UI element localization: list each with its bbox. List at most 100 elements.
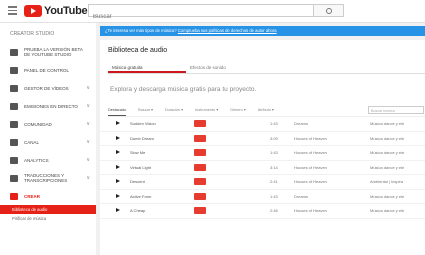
info-banner: ¿Te interesa ver más tipos de música? Co…	[100, 26, 425, 36]
play-icon[interactable]	[116, 150, 120, 154]
youtube-play-logo-icon	[24, 4, 42, 17]
banner-link[interactable]: Comprueba sus políticas de derechos de a…	[178, 28, 277, 33]
sidebar-item-community[interactable]: COMUNIDAD ∨	[0, 115, 96, 133]
filter-search[interactable]: Buscar ▾	[138, 105, 153, 116]
sidebar-item-label: EMISIONES EN DIRECTO	[24, 103, 78, 109]
sidebar-item-label: GESTOR DE VÍDEOS	[24, 85, 69, 91]
download-icon[interactable]	[194, 163, 206, 171]
track-title: Active Form	[130, 193, 152, 199]
sidebar-title: CREATOR STUDIO	[10, 31, 55, 37]
track-artist: Houses of Heaven	[294, 164, 327, 170]
track-artist: Dreams	[294, 193, 309, 199]
tab-free-music[interactable]: Música gratuita	[108, 62, 186, 73]
track-title: Slow Me	[130, 150, 146, 155]
sidebar-item-label: COMUNIDAD	[24, 121, 52, 127]
sidebar-item-live[interactable]: EMISIONES EN DIRECTO ∨	[0, 97, 96, 115]
sidebar-item-label: CANAL	[24, 139, 40, 145]
track-row[interactable]: Active Form 1:43 Dreams Música dance y ele	[100, 190, 425, 204]
track-artist: Houses of Heaven	[294, 208, 327, 213]
play-icon[interactable]	[116, 121, 120, 125]
sidebar-item-analytics[interactable]: ANALYTICS ∨	[0, 151, 96, 169]
sidebar: CREATOR STUDIO PRUEBA LA VERSIÓN BETA DE…	[0, 23, 96, 255]
chevron-down-icon: ∨	[86, 157, 90, 163]
sidebar-item-label: PANEL DE CONTROL	[24, 67, 70, 73]
track-duration: 1:43	[270, 121, 278, 126]
track-duration: 3:14	[270, 164, 278, 170]
play-icon[interactable]	[116, 193, 120, 198]
sidebar-item-beta[interactable]: PRUEBA LA VERSIÓN BETA DE YOUTUBE STUDIO	[0, 43, 96, 61]
filter-bar: Destacado Buscar ▾ Duración ▾ Instrument…	[108, 105, 425, 117]
music-search-input[interactable]: Buscar música	[368, 106, 424, 114]
chevron-down-icon: ∨	[86, 175, 90, 181]
track-artist: Houses of Heaven	[294, 135, 327, 141]
track-title: Sudden Vision	[130, 121, 156, 126]
dashboard-icon	[10, 66, 18, 74]
sidebar-item-label: CREAR	[24, 193, 41, 199]
play-icon[interactable]	[116, 135, 120, 140]
download-icon[interactable]	[194, 207, 206, 214]
sidebar-item-video-manager[interactable]: GESTOR DE VÍDEOS ∨	[0, 79, 96, 97]
sidebar-item-translations[interactable]: TRADUCCIONES Y TRANSCRIPCIONES ∨	[0, 169, 96, 187]
search-box[interactable]	[88, 4, 314, 23]
track-duration: 2:46	[270, 208, 278, 213]
track-row[interactable]: Virtual Light 3:14 Houses of Heaven Música …	[100, 161, 425, 175]
sidebar-item-channel[interactable]: CANAL ∨	[0, 133, 96, 151]
filter-attribute[interactable]: Atributo ▾	[258, 105, 274, 116]
track-genre: Música dance y ele	[370, 193, 405, 199]
track-row[interactable]: Dumb Dream 3:09 Houses of Heaven Música dan…	[100, 132, 425, 146]
sidebar-item-label: PRUEBA LA VERSIÓN BETA DE YOUTUBE STUDIO	[24, 47, 83, 57]
track-row[interactable]: Descent 2:41 Houses of Heaven Ambiental | I…	[100, 175, 425, 190]
chevron-down-icon: ∨	[86, 85, 90, 91]
tab-bar: Música gratuita Efectos de sonido	[108, 62, 425, 74]
live-stream-icon	[10, 102, 18, 110]
download-icon[interactable]	[194, 178, 206, 185]
sidebar-subitem-audio-library[interactable]: Biblioteca de audio	[0, 205, 96, 214]
filter-genre[interactable]: Género ▾	[230, 105, 246, 116]
filter-instrument[interactable]: Instrumento ▾	[195, 105, 218, 116]
chevron-down-icon: ∨	[86, 121, 90, 127]
search-input[interactable]	[89, 11, 293, 23]
play-icon[interactable]	[116, 179, 120, 183]
translate-icon	[10, 174, 18, 182]
play-icon[interactable]	[116, 208, 120, 212]
sidebar-item-dashboard[interactable]: PANEL DE CONTROL	[0, 61, 96, 79]
sidebar-item-label: TRADUCCIONES Y TRANSCRIPCIONES	[24, 173, 68, 183]
tab-sound-effects[interactable]: Efectos de sonido	[186, 62, 264, 73]
track-duration: 2:41	[270, 179, 278, 184]
download-icon[interactable]	[194, 149, 206, 156]
track-title: Dumb Dream	[130, 135, 154, 141]
main-panel: Biblioteca de audio Música gratuita Efec…	[100, 40, 425, 255]
track-genre: Música dance y ele	[370, 164, 405, 170]
sidebar-item-create[interactable]: CREAR	[0, 187, 96, 205]
hamburger-menu-icon[interactable]	[8, 6, 17, 15]
track-genre: Música dance y ele	[370, 150, 405, 155]
track-artist: Houses of Heaven	[294, 150, 327, 155]
play-icon[interactable]	[116, 164, 120, 169]
search-button[interactable]	[314, 4, 344, 17]
download-icon[interactable]	[194, 120, 206, 127]
track-genre: Ambiental | Inspira	[370, 179, 404, 184]
filter-featured[interactable]: Destacado	[108, 105, 127, 116]
track-row[interactable]: Slow Me 1:43 Houses of Heaven Música dance …	[100, 146, 425, 161]
track-duration: 1:43	[270, 150, 278, 155]
track-row[interactable]: Sudden Vision 1:43 Dreams Música dance y el…	[100, 117, 425, 132]
search-icon	[326, 8, 332, 14]
chevron-down-icon: ∨	[86, 139, 90, 145]
download-icon[interactable]	[194, 192, 206, 200]
filter-duration[interactable]: Duración ▾	[165, 105, 183, 116]
track-row[interactable]: A Cheap 2:46 Houses of Heaven Música dance …	[100, 204, 425, 219]
chevron-down-icon: ∨	[86, 103, 90, 109]
track-artist: Houses of Heaven	[294, 179, 327, 184]
track-duration: 1:43	[270, 193, 278, 199]
track-title: A Cheap	[130, 208, 146, 213]
track-genre: Música dance y ele	[370, 208, 405, 213]
create-icon	[10, 192, 18, 200]
download-icon[interactable]	[194, 134, 206, 142]
track-genre: Música dance y ele	[370, 135, 405, 141]
sidebar-subitem-music-policies[interactable]: Pirificar de música	[0, 214, 96, 223]
logo-text: YouTube	[44, 4, 88, 17]
analytics-icon	[10, 156, 18, 164]
studio-icon	[10, 48, 18, 56]
youtube-logo[interactable]: YouTube ES	[24, 4, 95, 17]
video-manager-icon	[10, 84, 18, 92]
